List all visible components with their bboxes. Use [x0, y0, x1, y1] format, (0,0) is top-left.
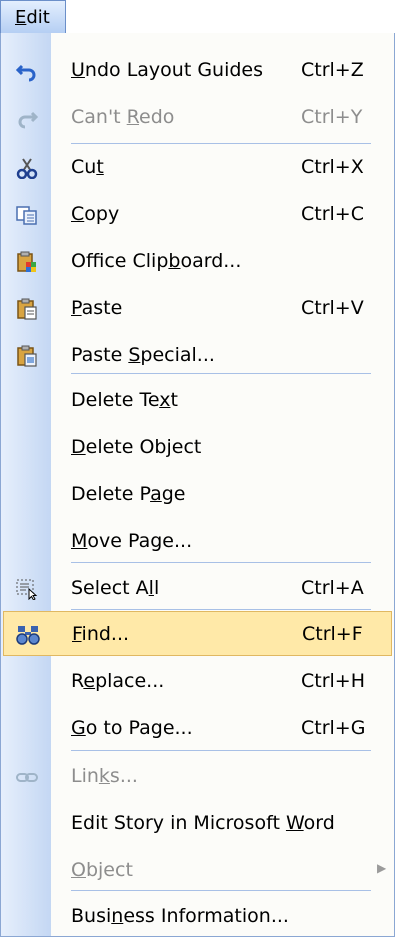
menu-separator — [71, 562, 371, 563]
links-icon — [15, 765, 39, 789]
shortcut-find: Ctrl+F — [302, 623, 363, 645]
undo-icon — [15, 59, 39, 83]
shortcut-undo: Ctrl+Z — [301, 59, 364, 81]
edit-menu-dropdown: Undo Layout Guides Ctrl+Z Can't Redo Ctr… — [0, 33, 395, 937]
menu-item-go-to-page[interactable]: Go to Page... Ctrl+G — [1, 705, 395, 752]
edit-menu-title[interactable]: Edit — [0, 0, 66, 33]
menu-item-delete-page[interactable]: Delete Page — [1, 471, 395, 518]
menu-item-undo[interactable]: Undo Layout Guides Ctrl+Z — [1, 47, 395, 94]
menu-item-paste-special[interactable]: Paste Special... — [1, 332, 395, 379]
menu-item-select-all[interactable]: Select All Ctrl+A — [1, 565, 395, 612]
menu-item-links: Links... — [1, 753, 395, 800]
menu-item-paste[interactable]: Paste Ctrl+V — [1, 285, 395, 332]
menu-item-edit-story-in-word[interactable]: Edit Story in Microsoft Word — [1, 800, 395, 847]
paste-icon — [15, 297, 39, 321]
paste-special-icon — [15, 344, 39, 368]
cut-icon — [15, 156, 39, 180]
shortcut-copy: Ctrl+C — [301, 203, 364, 225]
find-icon — [16, 623, 40, 647]
shortcut-select-all: Ctrl+A — [301, 577, 364, 599]
menu-separator — [71, 890, 371, 891]
office-clipboard-icon — [15, 250, 39, 274]
shortcut-redo: Ctrl+Y — [301, 106, 363, 128]
menu-item-move-page[interactable]: Move Page... — [1, 518, 395, 565]
menu-item-redo: Can't Redo Ctrl+Y — [1, 94, 395, 141]
menu-item-delete-object[interactable]: Delete Object — [1, 424, 395, 471]
menu-separator — [71, 373, 371, 374]
select-all-icon — [15, 577, 39, 601]
shortcut-paste: Ctrl+V — [301, 297, 364, 319]
shortcut-replace: Ctrl+H — [301, 670, 366, 692]
redo-icon — [15, 106, 39, 130]
menu-item-business-information[interactable]: Business Information... — [1, 893, 395, 940]
menu-item-find[interactable]: Find... Ctrl+F — [3, 611, 392, 656]
menu-item-copy[interactable]: Copy Ctrl+C — [1, 191, 395, 238]
menu-item-office-clipboard[interactable]: Office Clipboard... — [1, 238, 395, 285]
edit-menu-title-label: Edit — [15, 7, 50, 28]
shortcut-go-to-page: Ctrl+G — [301, 717, 366, 739]
menu-item-delete-text[interactable]: Delete Text — [1, 377, 395, 424]
shortcut-cut: Ctrl+X — [301, 156, 364, 178]
menu-item-cut[interactable]: Cut Ctrl+X — [1, 144, 395, 191]
menu-separator — [71, 750, 371, 751]
menu-item-object: Object ▶ — [71, 859, 387, 881]
copy-icon — [15, 203, 39, 227]
menu-item-replace[interactable]: Replace... Ctrl+H — [1, 658, 395, 705]
submenu-arrow-icon: ▶ — [377, 861, 387, 875]
menu-separator — [71, 609, 371, 610]
